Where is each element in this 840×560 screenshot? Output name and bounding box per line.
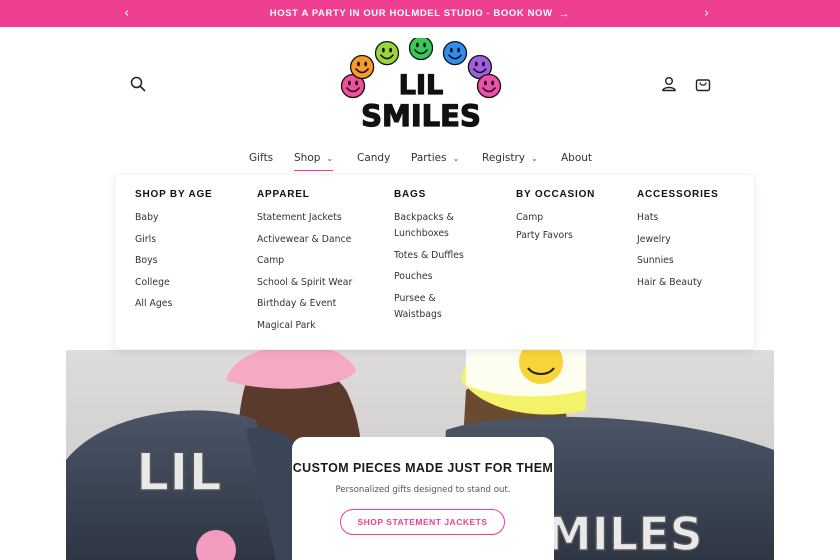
announcement-text: HOST A PARTY IN OUR HOLMDEL STUDIO - BOO…	[269, 8, 553, 19]
account-icon	[662, 77, 676, 92]
nav-item-registry[interactable]: Registry ⌄	[482, 149, 538, 167]
menu-column-by-occasion: BY OCCASION Camp Party Favors	[516, 189, 595, 249]
main-nav: Gifts Shop ⌄ Candy Parties ⌄ Registry ⌄ Abo…	[0, 149, 840, 171]
cart-button[interactable]	[692, 73, 714, 95]
menu-column-accessories: ACCESSORIES Hats Jewelry Sunnies Hair & …	[637, 189, 719, 296]
cart-icon	[695, 79, 711, 92]
menu-link-totes-duffles[interactable]: Totes & Duffles	[394, 248, 464, 264]
menu-link-backpacks-lunchboxes[interactable]: Backpacks & Lunchboxes	[394, 210, 464, 242]
hero-card: CUSTOM PIECES MADE JUST FOR THEM Persona…	[292, 437, 554, 560]
jacket-text-right: MILES	[546, 507, 703, 560]
menu-column-bags: BAGS Backpacks & Lunchboxes Totes & Duff…	[394, 189, 464, 323]
nav-label: Gifts	[249, 152, 274, 164]
menu-link-hair-beauty[interactable]: Hair & Beauty	[637, 275, 719, 291]
menu-link-camp-occasion[interactable]: Camp	[516, 210, 595, 226]
menu-link-camp[interactable]: Camp	[257, 253, 352, 269]
menu-column-title: SHOP BY AGE	[135, 189, 213, 200]
nav-item-candy[interactable]: Candy	[357, 149, 390, 167]
smiley-face-icon	[442, 40, 468, 66]
menu-column-title: BAGS	[394, 189, 427, 200]
menu-link-party-favors[interactable]: Party Favors	[516, 228, 595, 244]
smiley-face-icon	[374, 40, 400, 66]
chevron-down-icon: ⌄	[326, 154, 334, 163]
menu-link-boys[interactable]: Boys	[135, 253, 213, 269]
logo-line1: LIL	[399, 70, 443, 101]
nav-label: Shop	[294, 152, 321, 164]
menu-column-shop-by-age: SHOP BY AGE Baby Girls Boys College All …	[135, 189, 213, 318]
menu-column-apparel: APPAREL Statement Jackets Activewear & D…	[257, 189, 352, 339]
menu-link-birthday-event[interactable]: Birthday & Event	[257, 296, 352, 312]
previous-announcement-button[interactable]: ‹	[124, 6, 129, 21]
chevron-down-icon: ⌄	[530, 154, 538, 163]
menu-link-college[interactable]: College	[135, 275, 213, 291]
menu-link-pouches[interactable]: Pouches	[394, 269, 464, 285]
menu-link-pursee-waistbags[interactable]: Pursee & Waistbags	[394, 291, 464, 323]
menu-link-activewear-dance[interactable]: Activewear & Dance	[257, 232, 352, 248]
next-announcement-button[interactable]: ›	[704, 6, 709, 21]
nav-label: Candy	[357, 152, 391, 164]
announcement-link[interactable]: HOST A PARTY IN OUR HOLMDEL STUDIO - BOO…	[270, 8, 570, 20]
shop-mega-menu: SHOP BY AGE Baby Girls Boys College All …	[114, 174, 755, 350]
hero-subtitle: Personalized gifts designed to stand out…	[335, 485, 511, 495]
nav-item-shop[interactable]: Shop ⌄	[294, 149, 334, 171]
menu-column-title: APPAREL	[257, 189, 310, 200]
menu-column-title: BY OCCASION	[516, 189, 596, 200]
jacket-text-left: LIL	[136, 443, 222, 503]
menu-link-text: Waistbags	[394, 308, 442, 320]
shop-statement-jackets-button[interactable]: SHOP STATEMENT JACKETS	[340, 509, 505, 535]
smiley-face-icon	[476, 73, 502, 99]
menu-link-text: Pursee &	[394, 292, 436, 304]
chevron-down-icon: ⌄	[452, 154, 460, 163]
menu-link-sunnies[interactable]: Sunnies	[637, 253, 719, 269]
nav-item-gifts[interactable]: Gifts	[249, 149, 273, 167]
logo-line2: SMILES	[361, 99, 481, 128]
menu-link-statement-jackets[interactable]: Statement Jackets	[257, 210, 352, 226]
nav-item-about[interactable]: About	[561, 149, 592, 167]
menu-link-all-ages[interactable]: All Ages	[135, 296, 213, 312]
account-button[interactable]	[658, 73, 680, 95]
hero-title: CUSTOM PIECES MADE JUST FOR THEM	[292, 461, 554, 475]
search-icon	[130, 76, 146, 92]
smiley-face-icon	[408, 35, 434, 61]
menu-column-title: ACCESSORIES	[637, 189, 719, 200]
site-logo[interactable]: LIL SMILES	[336, 35, 506, 134]
menu-link-girls[interactable]: Girls	[135, 232, 213, 248]
announcement-bar: ‹ HOST A PARTY IN OUR HOLMDEL STUDIO - B…	[0, 0, 840, 27]
nav-label: Parties	[411, 152, 447, 164]
site-header: LIL SMILES	[0, 27, 840, 145]
smiley-face-icon	[349, 54, 375, 80]
menu-link-hats[interactable]: Hats	[637, 210, 719, 226]
nav-item-parties[interactable]: Parties ⌄	[411, 149, 459, 167]
lil-smiles-logo: LIL SMILES	[340, 35, 502, 134]
search-button[interactable]	[127, 73, 149, 95]
menu-link-text: Backpacks &	[394, 212, 454, 223]
arrow-right-icon: →	[558, 7, 571, 20]
menu-link-jewelry[interactable]: Jewelry	[637, 232, 719, 248]
menu-link-magical-park[interactable]: Magical Park	[257, 318, 352, 334]
nav-label: About	[561, 152, 593, 164]
menu-link-text: Lunchboxes	[394, 228, 449, 239]
menu-link-baby[interactable]: Baby	[135, 210, 213, 226]
nav-label: Registry	[482, 152, 525, 164]
menu-link-school-spirit-wear[interactable]: School & Spirit Wear	[257, 275, 352, 291]
